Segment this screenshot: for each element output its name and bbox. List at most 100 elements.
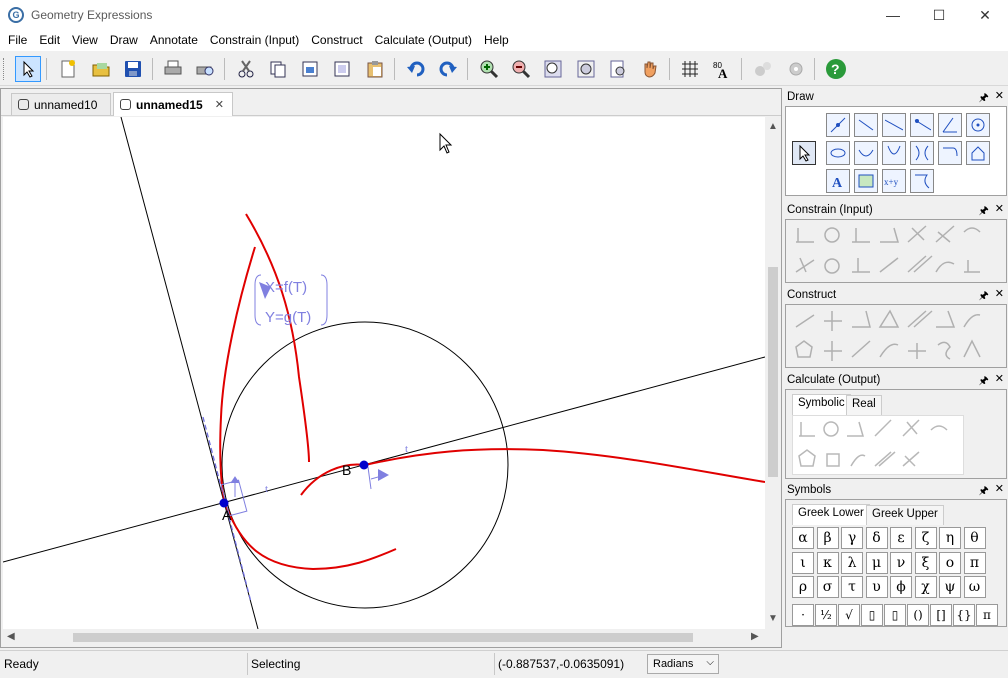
parametric-curve-left[interactable] xyxy=(219,246,256,504)
redo-icon[interactable] xyxy=(435,56,461,82)
param-eq-y[interactable]: Y=g(T) xyxy=(265,309,311,326)
menu-calculate[interactable]: Calculate (Output) xyxy=(369,30,478,51)
print-preview-icon[interactable] xyxy=(192,56,218,82)
draw-segment-icon[interactable] xyxy=(854,113,878,137)
tab-close-icon[interactable]: ✕ xyxy=(215,98,224,111)
tab-greek-upper[interactable]: Greek Upper xyxy=(866,505,944,525)
scroll-left-icon[interactable]: ◀ xyxy=(7,631,15,642)
zoom-fit-icon[interactable] xyxy=(540,56,566,82)
open-folder-icon[interactable] xyxy=(88,56,114,82)
symbol-button[interactable]: η xyxy=(939,527,961,549)
save-icon[interactable] xyxy=(120,56,146,82)
menu-draw[interactable]: Draw xyxy=(104,30,144,51)
symbol-button[interactable]: π xyxy=(963,551,986,574)
draw-ray-icon[interactable] xyxy=(910,113,934,137)
symbol-button[interactable]: ε xyxy=(890,527,912,549)
draw-ellipse-icon[interactable] xyxy=(826,141,850,165)
settings-icon[interactable] xyxy=(783,56,809,82)
symbol-button[interactable]: θ xyxy=(963,527,986,549)
symbol-button[interactable]: ο xyxy=(939,551,961,574)
math-template-button[interactable]: ▯ xyxy=(884,604,906,626)
draw-angle-icon[interactable] xyxy=(938,113,962,137)
select-pointer-icon[interactable] xyxy=(792,141,816,165)
symbol-button[interactable]: μ xyxy=(865,551,888,574)
draw-point-icon[interactable] xyxy=(826,113,850,137)
draw-locus-icon[interactable] xyxy=(910,169,934,193)
math-template-button[interactable]: π xyxy=(976,604,998,626)
symbol-button[interactable]: ι xyxy=(792,551,814,574)
draw-polygon-icon[interactable] xyxy=(966,141,990,165)
menu-annotate[interactable]: Annotate xyxy=(144,30,204,51)
symbol-button[interactable]: τ xyxy=(841,576,863,598)
menu-help[interactable]: Help xyxy=(478,30,515,51)
close-button[interactable]: ✕ xyxy=(962,0,1008,30)
draw-line-icon[interactable] xyxy=(882,113,906,137)
tab-unnamed15[interactable]: unnamed15 ✕ xyxy=(113,92,233,116)
draw-hyperbola-icon[interactable] xyxy=(910,141,934,165)
symbol-button[interactable]: δ xyxy=(865,527,888,549)
draw-expression-icon[interactable]: x+y xyxy=(882,169,906,193)
point-b[interactable] xyxy=(359,460,369,470)
select-arrow-icon[interactable] xyxy=(15,56,41,82)
zoom-out-icon[interactable] xyxy=(508,56,534,82)
angle-unit-select[interactable]: Radians ⌵ xyxy=(647,654,719,674)
draw-picture-icon[interactable] xyxy=(854,169,878,193)
symbol-button[interactable]: λ xyxy=(841,551,863,574)
draw-text-icon[interactable]: A xyxy=(826,169,850,193)
symbol-button[interactable]: ψ xyxy=(939,576,961,598)
zoom-select-icon[interactable] xyxy=(605,56,631,82)
symbol-button[interactable]: ϕ xyxy=(890,576,912,598)
help-icon[interactable]: ? xyxy=(823,56,849,82)
copy-as-icon[interactable] xyxy=(329,56,355,82)
math-template-button[interactable]: √ xyxy=(838,604,860,626)
print-icon[interactable] xyxy=(160,56,186,82)
draw-circle-icon[interactable] xyxy=(966,113,990,137)
toolbar-grip[interactable] xyxy=(3,58,6,80)
new-document-icon[interactable] xyxy=(55,56,81,82)
symbol-button[interactable]: α xyxy=(792,527,814,549)
symbol-button[interactable]: β xyxy=(816,527,839,549)
math-template-button[interactable]: ▯ xyxy=(861,604,883,626)
copy-icon[interactable] xyxy=(265,56,291,82)
symbol-button[interactable]: χ xyxy=(914,576,937,598)
vertical-scroll-thumb[interactable] xyxy=(768,267,778,477)
symbol-button[interactable]: κ xyxy=(816,551,839,574)
math-template-button[interactable]: · xyxy=(792,604,814,626)
symbol-button[interactable]: ζ xyxy=(914,527,937,549)
symbol-button[interactable]: γ xyxy=(841,527,863,549)
symbol-button[interactable]: ρ xyxy=(792,576,814,598)
geometry-drawing[interactable]: X=f(T) Y=g(T) t t A B xyxy=(3,117,765,629)
draw-function-icon[interactable] xyxy=(938,141,962,165)
tab-unnamed10[interactable]: unnamed10 xyxy=(11,93,111,115)
pan-hand-icon[interactable] xyxy=(637,56,663,82)
cut-icon[interactable] xyxy=(233,56,259,82)
symbol-button[interactable]: ξ xyxy=(914,551,937,574)
grid-icon[interactable] xyxy=(677,56,703,82)
menu-file[interactable]: File xyxy=(2,30,33,51)
line-ab[interactable] xyxy=(3,356,765,563)
zoom-in-icon[interactable] xyxy=(476,56,502,82)
scroll-up-icon[interactable]: ▲ xyxy=(768,121,778,132)
scroll-down-icon[interactable]: ▼ xyxy=(768,613,778,624)
symbol-button[interactable]: ν xyxy=(890,551,912,574)
tab-greek-lower[interactable]: Greek Lower xyxy=(792,504,870,525)
math-template-button[interactable]: () xyxy=(907,604,929,626)
copy-special-icon[interactable] xyxy=(297,56,323,82)
axes-label-icon[interactable]: 80 A xyxy=(709,56,735,82)
paste-icon[interactable] xyxy=(362,56,388,82)
undo-icon[interactable] xyxy=(403,56,429,82)
math-template-button[interactable]: {} xyxy=(953,604,975,626)
horizontal-scroll-thumb[interactable] xyxy=(73,633,693,642)
tab-real[interactable]: Real xyxy=(846,395,882,415)
parametric-curve-lower[interactable] xyxy=(224,502,397,571)
animate-icon[interactable] xyxy=(750,56,776,82)
tab-symbolic[interactable]: Symbolic xyxy=(792,394,851,415)
minimize-button[interactable]: — xyxy=(870,0,916,30)
draw-parabola-icon[interactable] xyxy=(882,141,906,165)
horizontal-scrollbar[interactable]: ◀ ▶ xyxy=(3,629,765,646)
menu-constrain[interactable]: Constrain (Input) xyxy=(204,30,305,51)
math-template-button[interactable]: ½ xyxy=(815,604,837,626)
zoom-box-icon[interactable] xyxy=(573,56,599,82)
vertical-scrollbar[interactable]: ▲ ▼ xyxy=(765,117,781,629)
math-template-button[interactable]: [] xyxy=(930,604,952,626)
